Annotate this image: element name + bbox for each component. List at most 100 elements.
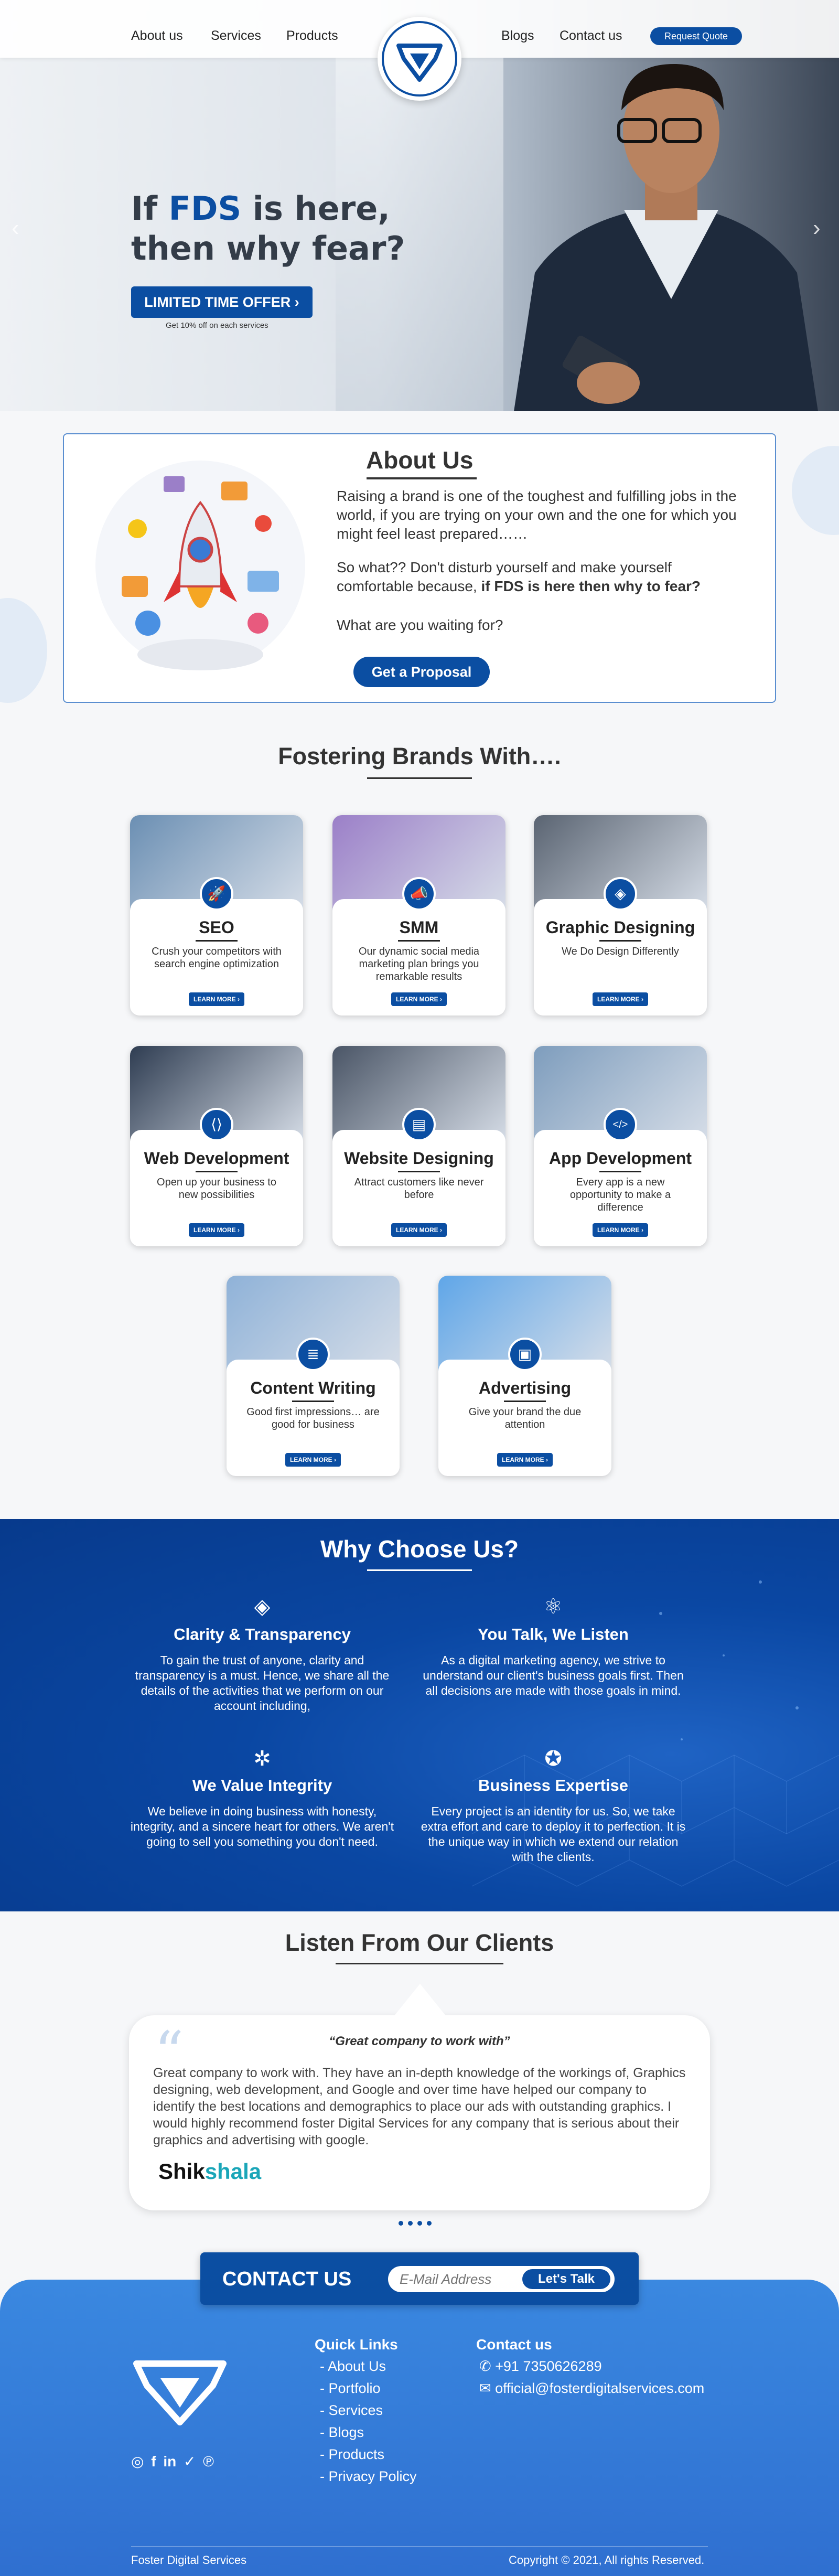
learn-more-button[interactable]: LEARN MORE › bbox=[593, 1223, 648, 1237]
carousel-dot[interactable] bbox=[417, 2221, 422, 2226]
web-design-icon: ▤ bbox=[402, 1108, 436, 1141]
service-card[interactable]: ▣ Advertising Give your brand the due atte… bbox=[438, 1276, 611, 1476]
layers-icon: ◈ bbox=[604, 877, 637, 911]
service-card-description: Good first impressions… are good for bus… bbox=[246, 1406, 380, 1430]
hero-person-image bbox=[514, 63, 818, 411]
services-title: Fostering Brands With…. bbox=[278, 743, 561, 769]
learn-more-button[interactable]: LEARN MORE › bbox=[189, 992, 244, 1006]
testimonial-pointer bbox=[394, 1984, 446, 2016]
about-title-underline bbox=[367, 477, 477, 479]
code-window-icon: ⟨⟩ bbox=[200, 1108, 233, 1141]
testimonial-heading: “Great company to work with” bbox=[329, 2034, 510, 2048]
aperture-icon: ✲ bbox=[253, 1747, 271, 1770]
nav-blogs[interactable]: Blogs bbox=[501, 28, 534, 44]
chevron-right-icon: › bbox=[294, 294, 299, 310]
service-card[interactable]: ◈ Graphic Designing We Do Design Different… bbox=[534, 815, 707, 1016]
service-card-description: Attract customers like never before bbox=[354, 1177, 484, 1201]
why-item-title: You Talk, We Listen bbox=[478, 1625, 629, 1643]
carousel-dot[interactable] bbox=[427, 2221, 432, 2226]
carousel-dot[interactable] bbox=[408, 2221, 413, 2226]
megaphone-icon: 📣 bbox=[402, 877, 436, 911]
service-card[interactable]: ▤ Website Designing Attract customers like… bbox=[332, 1046, 505, 1246]
service-card-description: Give your brand the due attention bbox=[468, 1406, 582, 1430]
contact-us-bar: CONTACT US Let's Talk bbox=[200, 2252, 639, 2305]
instagram-icon[interactable]: ◎ bbox=[131, 2453, 144, 2470]
request-quote-button[interactable]: Request Quote bbox=[650, 27, 742, 45]
service-card[interactable]: ≣ Content Writing Good first impressions… … bbox=[227, 1276, 400, 1476]
twitter-icon[interactable]: ✓ bbox=[184, 2453, 196, 2470]
nav-services[interactable]: Services bbox=[211, 28, 261, 44]
service-card[interactable]: ⟨⟩ Web Development Open up your business t… bbox=[130, 1046, 303, 1246]
fds-logo-icon bbox=[382, 21, 457, 97]
whatsapp-icon: ✆ bbox=[479, 2358, 491, 2374]
about-paragraph-3: What are you waiting for? bbox=[337, 617, 503, 633]
service-card-description: Open up your business to new possibiliti… bbox=[157, 1177, 276, 1201]
footer-link-portfolio[interactable]: - Portfolio bbox=[320, 2380, 381, 2397]
get-proposal-button[interactable]: Get a Proposal bbox=[353, 657, 490, 687]
hero-headline-suffix: is here, bbox=[241, 189, 390, 228]
service-card[interactable]: 🚀 SEO Crush your competitors with search e… bbox=[130, 815, 303, 1016]
learn-more-button[interactable]: LEARN MORE › bbox=[285, 1453, 341, 1467]
nav-products[interactable]: Products bbox=[286, 28, 338, 44]
social-links: ◎ f in ✓ ℗ bbox=[131, 2453, 214, 2470]
footer-email[interactable]: ✉ official@fosterdigitalservices.com bbox=[479, 2380, 704, 2397]
ad-icon: ▣ bbox=[508, 1338, 542, 1371]
nav-contact-us[interactable]: Contact us bbox=[560, 28, 622, 44]
learn-more-button[interactable]: LEARN MORE › bbox=[497, 1453, 553, 1467]
code-icon: </> bbox=[604, 1108, 637, 1141]
footer-email-address: official@fosterdigitalservices.com bbox=[495, 2380, 705, 2396]
footer-link-about[interactable]: - About Us bbox=[320, 2358, 386, 2375]
service-card-title-underline bbox=[196, 940, 238, 942]
learn-more-button[interactable]: LEARN MORE › bbox=[391, 992, 447, 1006]
linkedin-icon[interactable]: in bbox=[163, 2453, 176, 2470]
service-card-title: App Development bbox=[548, 1149, 692, 1168]
carousel-dot[interactable] bbox=[399, 2221, 403, 2226]
why-title-underline bbox=[367, 1569, 472, 1571]
service-card[interactable]: </> App Development Every app is a new opp… bbox=[534, 1046, 707, 1246]
diamond-icon: ◈ bbox=[254, 1595, 271, 1618]
about-paragraph-1: Raising a brand is one of the toughest a… bbox=[337, 488, 737, 542]
facebook-icon[interactable]: f bbox=[151, 2453, 156, 2470]
why-title: Why Choose Us? bbox=[320, 1535, 519, 1563]
nav-about-us[interactable]: About us bbox=[131, 28, 183, 44]
service-card-description: Our dynamic social media marketing plan … bbox=[358, 946, 480, 982]
atom-icon: ⚛ bbox=[544, 1595, 563, 1618]
learn-more-button[interactable]: LEARN MORE › bbox=[391, 1223, 447, 1237]
service-card-title: SEO bbox=[199, 918, 234, 937]
learn-more-button[interactable]: LEARN MORE › bbox=[593, 992, 648, 1006]
site-logo[interactable] bbox=[378, 17, 461, 101]
testimonial-text: Great company to work with. They have an… bbox=[153, 2066, 686, 2147]
footer-link-services[interactable]: - Services bbox=[320, 2402, 383, 2419]
contact-us-title: CONTACT US bbox=[222, 2268, 352, 2290]
footer-phone-number: +91 7350626289 bbox=[495, 2358, 602, 2374]
mail-icon: ✉ bbox=[479, 2380, 491, 2396]
service-card-title: Graphic Designing bbox=[545, 918, 695, 937]
service-card-description: We Do Design Differently bbox=[562, 946, 679, 957]
learn-more-button[interactable]: LEARN MORE › bbox=[189, 1223, 244, 1237]
service-card-title-underline bbox=[504, 1401, 546, 1402]
why-item-description: Every project is an identity for us. So,… bbox=[421, 1804, 686, 1864]
hero-next-arrow[interactable]: › bbox=[813, 215, 821, 241]
footer-link-privacy[interactable]: - Privacy Policy bbox=[320, 2468, 417, 2485]
testimonial-card: “ “Great company to work with” Great com… bbox=[129, 1984, 710, 2210]
service-card[interactable]: 📣 SMM Our dynamic social media marketing p… bbox=[332, 815, 505, 1016]
footer-phone[interactable]: ✆ +91 7350626289 bbox=[479, 2358, 602, 2375]
rocket-illustration bbox=[95, 461, 305, 670]
footer-link-blogs[interactable]: - Blogs bbox=[320, 2424, 364, 2441]
hero-prev-arrow[interactable]: ‹ bbox=[12, 215, 19, 241]
why-item-title: Clarity & Transparency bbox=[174, 1625, 351, 1643]
footer-link-products[interactable]: - Products bbox=[320, 2446, 384, 2463]
why-item-description: To gain the trust of anyone, clarity and… bbox=[135, 1653, 390, 1713]
client-logo-part1: Shik bbox=[158, 2159, 205, 2184]
limited-offer-button[interactable]: LIMITED TIME OFFER › bbox=[131, 286, 313, 318]
lets-talk-button[interactable]: Let's Talk bbox=[522, 2269, 610, 2289]
footer-company-name: Foster Digital Services bbox=[131, 2553, 247, 2567]
service-card-title-underline bbox=[292, 1401, 334, 1402]
service-card-title: Web Development bbox=[144, 1149, 289, 1168]
pinterest-icon[interactable]: ℗ bbox=[203, 2453, 214, 2470]
service-card-title: SMM bbox=[399, 918, 439, 937]
document-icon: ≣ bbox=[296, 1338, 330, 1371]
footer-contact-title: Contact us bbox=[476, 2336, 552, 2353]
why-item-title: We Value Integrity bbox=[192, 1776, 332, 1794]
why-item-description: We believe in doing business with honest… bbox=[130, 1804, 394, 1848]
